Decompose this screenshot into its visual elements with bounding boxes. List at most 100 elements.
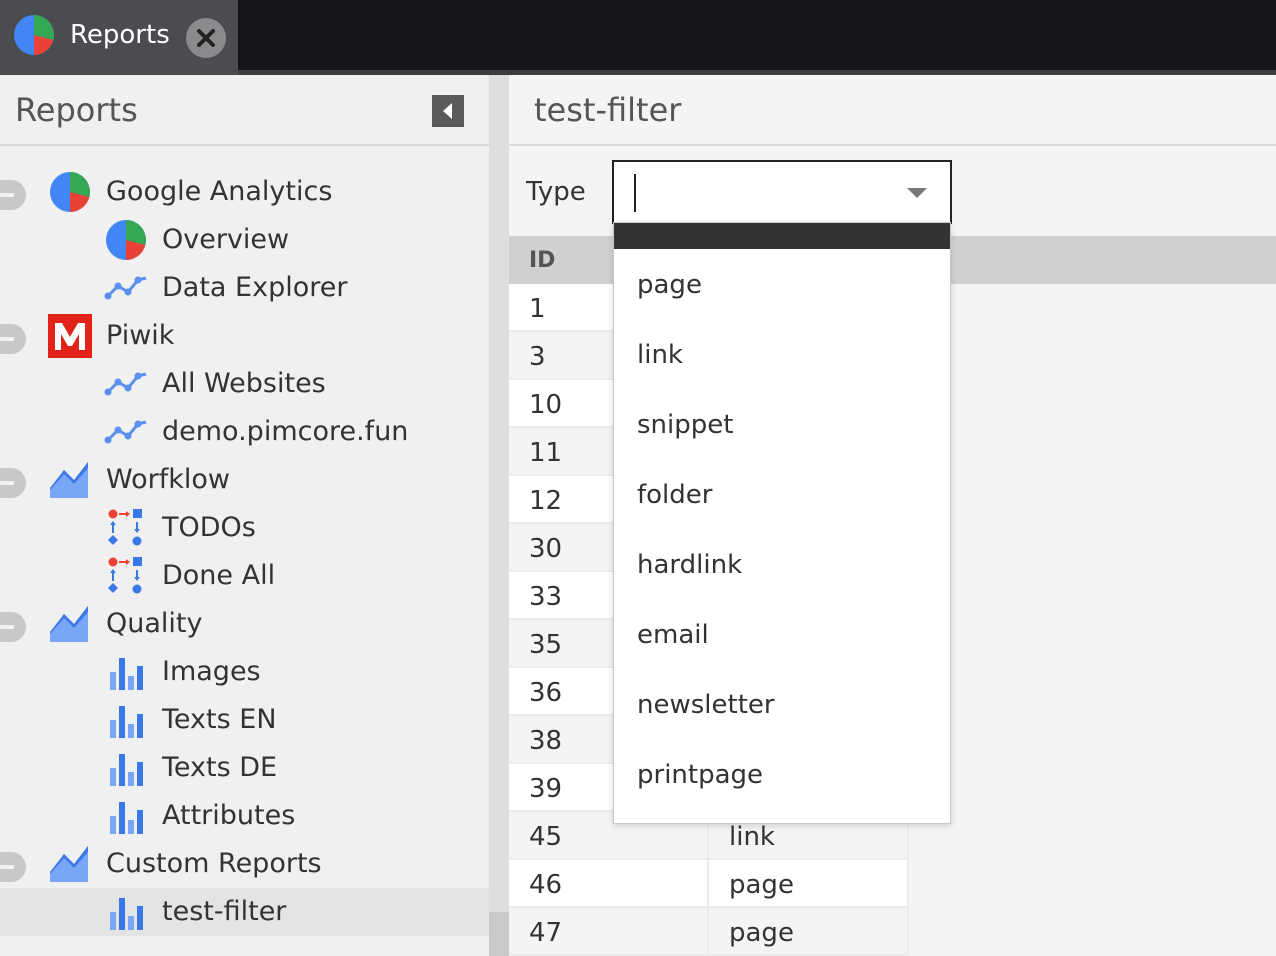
- bar-chart-icon: [110, 658, 143, 690]
- tree-item-label: Worfklow: [106, 464, 230, 495]
- text-cursor: [634, 174, 636, 212]
- type-value: page: [729, 870, 794, 900]
- bar-chart-icon: [110, 898, 143, 930]
- id-value: 45: [529, 822, 563, 852]
- chevron-down-icon[interactable]: [906, 187, 928, 199]
- id-value: 47: [529, 918, 563, 948]
- tree-item-overview[interactable]: Overview: [0, 216, 489, 264]
- type-filter-label: Type: [526, 177, 586, 207]
- tree-item-label: demo.pimcore.fun: [162, 416, 409, 447]
- dropdown-option-snippet[interactable]: snippet: [614, 390, 950, 460]
- tree-item-piwik[interactable]: Piwik: [0, 312, 489, 360]
- bar-chart-icon: [110, 754, 143, 786]
- id-cell[interactable]: 47: [509, 908, 709, 956]
- table-row[interactable]: 47 page: [509, 908, 909, 956]
- report-header: test-filter: [509, 75, 1276, 146]
- type-filter-combobox[interactable]: [612, 160, 952, 224]
- tree-item-label: Piwik: [106, 320, 175, 351]
- tree-item-google-analytics[interactable]: Google Analytics: [0, 168, 489, 216]
- pie-chart-icon: [14, 15, 54, 55]
- line-chart-icon: [104, 420, 147, 444]
- dropdown-option-printpage[interactable]: printpage: [614, 740, 950, 810]
- dropdown-option-newsletter[interactable]: newsletter: [614, 670, 950, 740]
- collapse-node-icon[interactable]: [0, 468, 26, 498]
- tree-item-attributes[interactable]: Attributes: [0, 792, 489, 840]
- id-value: 1: [529, 294, 546, 324]
- dropdown-option-hardlink[interactable]: hardlink: [614, 530, 950, 600]
- tree-item-label: Quality: [106, 608, 203, 639]
- table-row[interactable]: 46 page: [509, 860, 909, 908]
- workflow-icon: [108, 509, 142, 546]
- id-value: 10: [529, 390, 563, 420]
- tree-item-all-websites[interactable]: All Websites: [0, 360, 489, 408]
- id-value: 12: [529, 486, 563, 516]
- id-value: 3: [529, 342, 546, 372]
- line-chart-icon: [104, 276, 147, 300]
- dropdown-option-page[interactable]: page: [614, 250, 950, 320]
- report-title: test-filter: [534, 91, 682, 129]
- type-dropdown-list: page link snippet folder hardlink email newsle…: [613, 222, 951, 824]
- id-value: 35: [529, 630, 563, 660]
- collapse-node-icon[interactable]: [0, 324, 26, 354]
- chevron-left-icon: [443, 103, 452, 119]
- tree-item-quality[interactable]: Quality: [0, 600, 489, 648]
- dropdown-option-label: hardlink: [637, 550, 743, 580]
- tree-item-demo-pimcore-fun[interactable]: demo.pimcore.fun: [0, 408, 489, 456]
- dropdown-option-label: email: [637, 620, 709, 650]
- panel-title: Reports: [15, 91, 138, 129]
- dropdown-option-label: snippet: [637, 410, 734, 440]
- dropdown-option-label: folder: [637, 480, 713, 510]
- tree-item-todos[interactable]: TODOs: [0, 504, 489, 552]
- id-value: 30: [529, 534, 563, 564]
- piwik-logo-icon: [48, 314, 92, 358]
- dropdown-option-label: printpage: [637, 760, 764, 790]
- tree-item-data-explorer[interactable]: Data Explorer: [0, 264, 489, 312]
- panel-header: Reports: [0, 75, 489, 146]
- bar-chart-icon: [110, 802, 143, 834]
- tree-item-done-all[interactable]: Done All: [0, 552, 489, 600]
- dropdown-option-label: newsletter: [637, 690, 775, 720]
- type-cell[interactable]: page: [709, 908, 909, 956]
- tree-item-label: Custom Reports: [106, 848, 322, 879]
- tree-item-label: Attributes: [162, 800, 296, 831]
- id-value: 11: [529, 438, 563, 468]
- splitter-handle[interactable]: [489, 912, 509, 956]
- close-icon: [197, 29, 215, 47]
- line-chart-icon: [104, 372, 147, 396]
- area-chart-icon: [50, 846, 88, 882]
- panel-splitter[interactable]: [489, 75, 509, 956]
- tree-item-label: TODOs: [162, 512, 256, 543]
- tree-item-custom-reports[interactable]: Custom Reports: [0, 840, 489, 888]
- tree-item-texts-en[interactable]: Texts EN: [0, 696, 489, 744]
- reports-tree-panel: Reports Google Analytics Overview Data Exp…: [0, 75, 489, 956]
- tree-item-label: Overview: [162, 224, 290, 255]
- tree-item-label: test-filter: [162, 896, 287, 927]
- tree-item-label: Data Explorer: [162, 272, 348, 303]
- collapse-node-icon[interactable]: [0, 180, 26, 210]
- tree-item-test-filter[interactable]: test-filter: [0, 888, 489, 936]
- dropdown-option-email[interactable]: email: [614, 600, 950, 670]
- dropdown-option-folder[interactable]: folder: [614, 460, 950, 530]
- dropdown-option-label: page: [637, 270, 702, 300]
- tree-item-texts-de[interactable]: Texts DE: [0, 744, 489, 792]
- workflow-icon: [108, 557, 142, 594]
- dropdown-option-empty[interactable]: [614, 223, 950, 249]
- collapse-node-icon[interactable]: [0, 852, 26, 882]
- pie-chart-icon: [106, 220, 146, 260]
- bar-chart-icon: [110, 706, 143, 738]
- tree-item-images[interactable]: Images: [0, 648, 489, 696]
- collapse-panel-button[interactable]: [432, 95, 464, 127]
- tab-reports[interactable]: Reports: [0, 0, 238, 75]
- tree-item-label: All Websites: [162, 368, 326, 399]
- tree-item-worfklow[interactable]: Worfklow: [0, 456, 489, 504]
- type-cell[interactable]: page: [709, 860, 909, 908]
- dropdown-option-link[interactable]: link: [614, 320, 950, 390]
- type-value: page: [729, 918, 794, 948]
- column-header-id[interactable]: ID: [529, 248, 555, 273]
- id-value: 33: [529, 582, 563, 612]
- id-cell[interactable]: 46: [509, 860, 709, 908]
- tree-item-label: Done All: [162, 560, 276, 591]
- close-tab-button[interactable]: [186, 18, 226, 58]
- collapse-node-icon[interactable]: [0, 612, 26, 642]
- type-value: link: [729, 822, 775, 852]
